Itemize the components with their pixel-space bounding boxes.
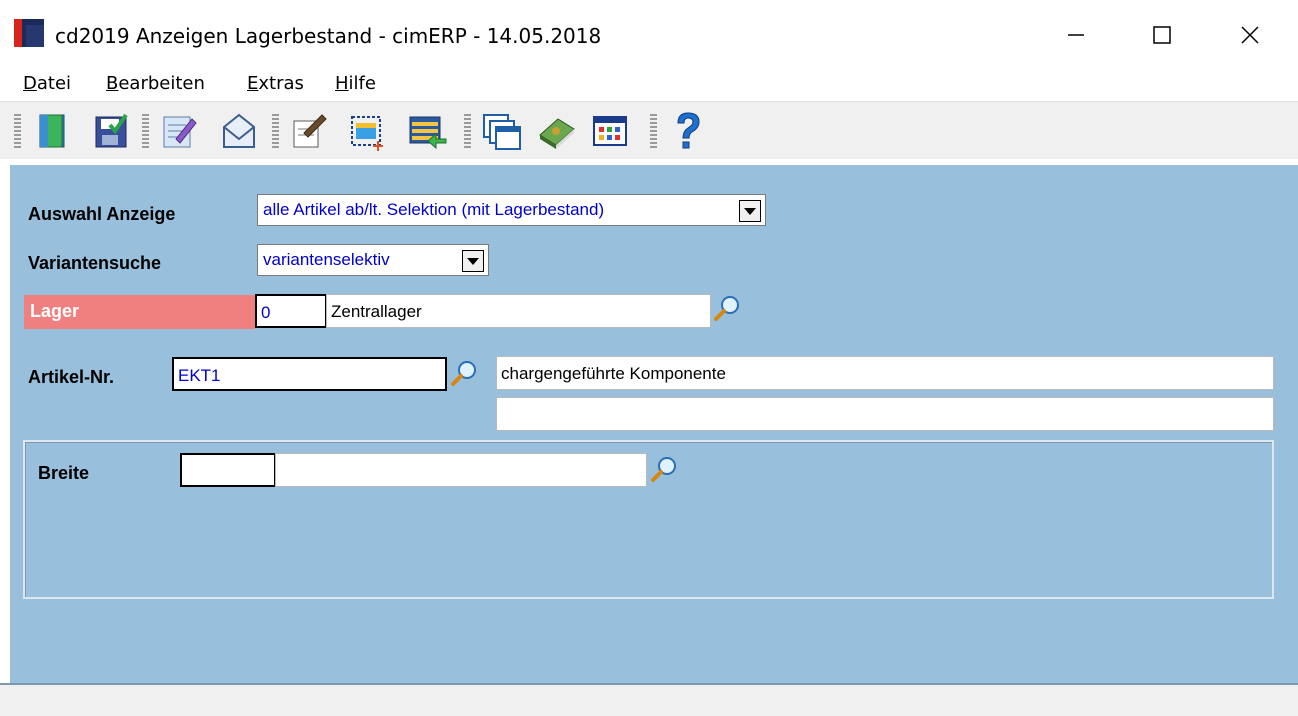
- variantensuche-label: Variantensuche: [28, 253, 162, 273]
- menu-datei[interactable]: Datei: [23, 73, 71, 94]
- artikel-nr-label: Artikel-Nr.: [28, 367, 115, 387]
- lager-code-input[interactable]: 0: [255, 294, 327, 328]
- maximize-button[interactable]: [1122, 0, 1202, 70]
- artikel-search-icon[interactable]: [450, 359, 478, 387]
- notes-icon: [293, 114, 327, 148]
- transfer-button[interactable]: [406, 109, 448, 153]
- variantensuche-select[interactable]: variantenselektiv: [257, 244, 489, 276]
- maximize-icon: [1153, 26, 1171, 44]
- menu-bar: Datei Bearbeiten Extras Hilfe: [0, 70, 1298, 101]
- book-icon: [539, 118, 575, 149]
- exit-button[interactable]: [32, 109, 74, 153]
- auswahl-anzeige-value: alle Artikel ab/lt. Selektion (mit Lager…: [263, 200, 605, 219]
- toolbar-separator: [272, 114, 279, 150]
- new-window-icon: [351, 116, 383, 151]
- variantensuche-value: variantenselektiv: [263, 250, 390, 269]
- lager-name-field: Zentrallager: [326, 294, 711, 328]
- menu-bearbeiten[interactable]: Bearbeiten: [106, 73, 205, 94]
- chevron-down-icon[interactable]: [739, 200, 761, 222]
- edit-button[interactable]: [158, 109, 200, 153]
- mail-envelope-icon: [223, 113, 255, 148]
- breite-name-field: [275, 453, 647, 487]
- window-title: cd2019 Anzeigen Lagerbestand - cimERP - …: [55, 24, 602, 48]
- book-button[interactable]: [536, 109, 578, 153]
- title-bar: cd2019 Anzeigen Lagerbestand - cimERP - …: [0, 0, 1298, 70]
- notes-button[interactable]: [288, 109, 330, 153]
- close-icon: [1241, 26, 1259, 44]
- menu-hilfe[interactable]: Hilfe: [335, 73, 376, 94]
- save-icon: [95, 113, 128, 148]
- menu-extras[interactable]: Extras: [247, 73, 304, 94]
- help-icon: [677, 112, 700, 149]
- edit-notepad-icon: [163, 116, 197, 148]
- table-button[interactable]: [590, 109, 632, 153]
- toolbar-separator: [142, 114, 149, 150]
- windows-button[interactable]: [480, 109, 522, 153]
- minimize-button[interactable]: [1036, 0, 1116, 70]
- breite-search-icon[interactable]: [650, 455, 678, 483]
- toolbar-grip: [14, 114, 21, 150]
- artikel-description-2: [496, 397, 1274, 431]
- breite-label: Breite: [38, 463, 90, 483]
- transfer-list-icon: [409, 116, 447, 150]
- new-window-button[interactable]: [346, 109, 388, 153]
- artikel-description-1: chargengeführte Komponente: [496, 356, 1274, 390]
- auswahl-anzeige-label: Auswahl Anzeige: [28, 204, 176, 224]
- toolbar-separator: [464, 114, 471, 150]
- lager-search-icon[interactable]: [713, 294, 741, 322]
- status-bar: [0, 683, 1298, 716]
- save-button[interactable]: [90, 109, 132, 153]
- auswahl-anzeige-select[interactable]: alle Artikel ab/lt. Selektion (mit Lager…: [257, 194, 766, 226]
- mail-button[interactable]: [218, 109, 260, 153]
- chevron-down-icon[interactable]: [462, 250, 484, 272]
- help-button[interactable]: [666, 109, 708, 153]
- toolbar-separator: [650, 114, 657, 150]
- exit-door-icon: [39, 114, 65, 148]
- breite-code-input[interactable]: [180, 453, 276, 487]
- app-logo-icon: [14, 19, 44, 47]
- minimize-icon: [1068, 34, 1084, 36]
- close-button[interactable]: [1210, 0, 1290, 70]
- windows-stack-icon: [483, 114, 521, 150]
- table-view-icon: [593, 116, 627, 146]
- lager-label: Lager: [24, 295, 255, 329]
- artikel-nr-input[interactable]: EKT1: [172, 357, 447, 391]
- toolbar: [0, 101, 1298, 159]
